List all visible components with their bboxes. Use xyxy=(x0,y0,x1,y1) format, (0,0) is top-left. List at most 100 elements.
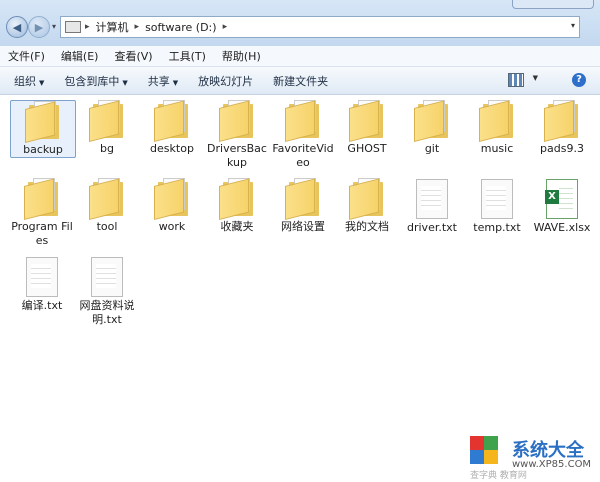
file-name: Program Files xyxy=(11,220,73,247)
file-name: pads9.3 xyxy=(540,142,584,155)
new-folder-button[interactable]: 新建文件夹 xyxy=(273,73,328,89)
folder-icon xyxy=(285,178,321,220)
folder-icon xyxy=(219,178,255,220)
file-item[interactable]: 编译.txt xyxy=(10,256,74,313)
include-in-library-button[interactable]: 包含到库中 ▼ xyxy=(64,73,127,89)
folder-icon xyxy=(24,178,60,220)
file-item[interactable]: work xyxy=(140,178,204,234)
text-file-icon xyxy=(481,179,513,219)
breadcrumb-computer[interactable]: 计算机 xyxy=(96,19,129,35)
view-dropdown-icon[interactable]: ▼ xyxy=(533,74,538,82)
organize-label: 组织 xyxy=(14,74,36,88)
file-name: tool xyxy=(96,220,118,233)
breadcrumb-separator-icon[interactable]: ▸ xyxy=(85,22,90,32)
windows-logo xyxy=(470,436,498,464)
folder-icon xyxy=(285,100,321,142)
address-bar[interactable]: ▸ 计算机 ▸ software (D:) ▸ ▾ xyxy=(60,16,580,38)
organize-button[interactable]: 组织 ▼ xyxy=(14,73,44,89)
folder-icon xyxy=(349,178,385,220)
breadcrumb-separator-icon[interactable]: ▸ xyxy=(135,22,140,32)
include-label: 包含到库中 xyxy=(64,74,120,88)
folder-icon xyxy=(154,100,190,142)
logo-yellow-square xyxy=(484,450,498,464)
file-item[interactable]: desktop xyxy=(140,100,204,156)
file-item[interactable]: tool xyxy=(75,178,139,234)
file-item[interactable]: 网络设置 xyxy=(271,178,335,234)
folder-icon xyxy=(154,178,190,220)
file-item[interactable]: GHOST xyxy=(335,100,399,156)
file-name: 我的文档 xyxy=(345,220,389,233)
arrow-right-icon: ▶ xyxy=(34,20,44,34)
text-file-icon xyxy=(91,257,123,297)
excel-file-icon: X xyxy=(545,179,578,219)
menu-edit[interactable]: 编辑(E) xyxy=(53,48,107,64)
text-file-icon xyxy=(26,257,58,297)
file-item[interactable]: driver.txt xyxy=(400,178,464,235)
share-label: 共享 xyxy=(147,74,170,88)
breadcrumb-drive[interactable]: software (D:) xyxy=(145,21,217,34)
menu-help[interactable]: 帮助(H) xyxy=(214,48,269,64)
computer-icon xyxy=(65,21,81,33)
chevron-down-icon: ▼ xyxy=(172,78,179,87)
file-name: temp.txt xyxy=(473,221,521,234)
forward-button[interactable]: ▶ xyxy=(28,16,50,38)
menu-tools[interactable]: 工具(T) xyxy=(161,48,214,64)
file-item[interactable]: 收藏夹 xyxy=(205,178,269,234)
folder-icon xyxy=(219,100,255,142)
file-name: 收藏夹 xyxy=(220,220,254,233)
back-button[interactable]: ◀ xyxy=(6,16,28,38)
file-name: 网络设置 xyxy=(281,220,325,233)
file-item[interactable]: X WAVE.xlsx xyxy=(530,178,594,235)
file-item[interactable]: 网盘资料说明.txt xyxy=(75,256,139,327)
file-item[interactable]: temp.txt xyxy=(465,178,529,235)
file-name: backup xyxy=(23,143,63,156)
arrow-left-icon: ◀ xyxy=(12,20,22,34)
file-name: desktop xyxy=(150,142,194,155)
menu-view[interactable]: 查看(V) xyxy=(106,48,160,64)
file-item[interactable]: music xyxy=(465,100,529,156)
file-item[interactable]: bg xyxy=(75,100,139,156)
chevron-down-icon: ▼ xyxy=(39,78,45,87)
watermark-subtitle: 查字典 教育网 xyxy=(470,471,527,481)
file-item[interactable]: FavoriteVideo xyxy=(271,100,335,170)
history-dropdown-icon[interactable]: ▾ xyxy=(52,22,56,31)
share-button[interactable]: 共享 ▼ xyxy=(148,73,178,89)
help-icon[interactable]: ? xyxy=(572,73,586,87)
folder-icon xyxy=(479,100,515,142)
change-view-icon[interactable] xyxy=(508,73,524,87)
file-item[interactable]: backup xyxy=(10,100,76,158)
file-item[interactable]: DriversBackup xyxy=(205,100,269,170)
file-name: 网盘资料说明.txt xyxy=(79,299,135,326)
file-item[interactable]: 我的文档 xyxy=(335,178,399,234)
file-name: bg xyxy=(100,142,114,155)
file-name: DriversBackup xyxy=(207,142,267,169)
file-name: git xyxy=(424,142,440,155)
folder-icon xyxy=(349,100,385,142)
breadcrumb-separator-icon[interactable]: ▸ xyxy=(223,22,228,32)
menu-bar: 文件(F) 编辑(E) 查看(V) 工具(T) 帮助(H) xyxy=(0,46,600,67)
file-name: 编译.txt xyxy=(21,299,63,312)
file-name: driver.txt xyxy=(407,221,457,234)
file-name: music xyxy=(480,142,514,155)
folder-icon xyxy=(89,178,125,220)
menu-file[interactable]: 文件(F) xyxy=(0,48,53,64)
logo-blue-square xyxy=(470,450,484,464)
slideshow-button[interactable]: 放映幻灯片 xyxy=(198,73,253,89)
text-file-icon xyxy=(416,179,448,219)
file-name: WAVE.xlsx xyxy=(533,221,591,234)
file-name: work xyxy=(158,220,186,233)
logo-green-square xyxy=(484,436,498,450)
folder-icon xyxy=(544,100,580,142)
address-dropdown-icon[interactable]: ▾ xyxy=(571,21,575,30)
file-item[interactable]: pads9.3 xyxy=(530,100,594,156)
folder-icon xyxy=(89,100,125,142)
file-item[interactable]: Program Files xyxy=(10,178,74,248)
file-item[interactable]: git xyxy=(400,100,464,156)
logo-red-square xyxy=(470,436,484,450)
folder-icon xyxy=(25,101,61,143)
folder-icon xyxy=(414,100,450,142)
title-bar: ◀ ▶ ▾ ▸ 计算机 ▸ software (D:) ▸ ▾ xyxy=(0,0,600,46)
file-name: GHOST xyxy=(347,142,387,155)
window-controls[interactable] xyxy=(512,0,594,9)
chevron-down-icon: ▼ xyxy=(122,78,128,87)
